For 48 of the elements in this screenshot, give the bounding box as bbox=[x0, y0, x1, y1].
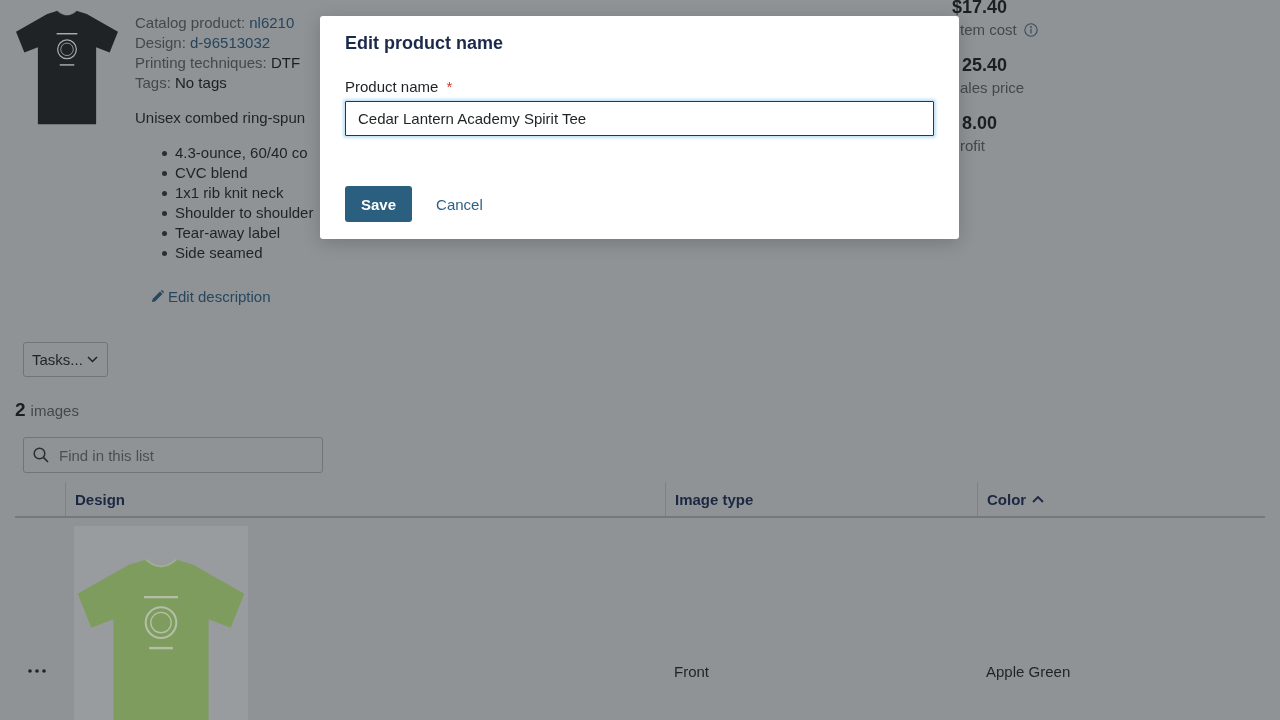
search-icon bbox=[33, 447, 49, 463]
feature-text: Side seamed bbox=[175, 243, 263, 263]
price-label: tem cost bbox=[960, 20, 1017, 40]
bullet-icon bbox=[162, 190, 167, 196]
price-label: ales price bbox=[960, 78, 1025, 98]
price-value: $17.40 bbox=[952, 0, 1008, 16]
table-cell: Front bbox=[674, 662, 709, 680]
detail-value: No tags bbox=[175, 74, 227, 91]
tasks-dropdown[interactable]: Tasks... bbox=[23, 342, 108, 377]
feature-text: 4.3-ounce, 60/40 co bbox=[175, 143, 308, 163]
column-header[interactable]: Color bbox=[987, 490, 1027, 508]
table-cell: Apple Green bbox=[986, 662, 1071, 680]
feature-text: CVC blend bbox=[175, 163, 248, 183]
product-name-input[interactable]: Cedar Lantern Academy Spirit Tee bbox=[345, 101, 934, 136]
image-count: 2 bbox=[15, 399, 26, 421]
edit-description-link[interactable]: Edit description bbox=[151, 286, 271, 306]
chevron-down-icon bbox=[87, 356, 98, 363]
pencil-icon bbox=[151, 289, 164, 303]
price-value: 25.40 bbox=[961, 56, 1008, 74]
bullet-icon bbox=[162, 210, 167, 216]
dialog-title: Edit product name bbox=[345, 32, 503, 55]
description-text: Unisex combed ring-spun bbox=[135, 108, 306, 128]
detail-label: Tags: bbox=[135, 74, 171, 91]
detail-value: DTF bbox=[270, 54, 301, 71]
feature-text: Shoulder to shoulder bbox=[175, 203, 314, 223]
detail-link[interactable]: d-96513032 bbox=[190, 34, 271, 51]
detail-label: Design: bbox=[135, 34, 186, 51]
search-field[interactable]: Find in this list bbox=[23, 437, 323, 473]
detail-link[interactable]: nl6210 bbox=[249, 14, 295, 31]
detail-label: Printing techniques: bbox=[135, 54, 267, 71]
info-icon[interactable] bbox=[1023, 23, 1038, 37]
bullet-icon bbox=[162, 150, 167, 156]
cancel-link[interactable]: Cancel bbox=[436, 186, 483, 222]
feature-text: Tear-away label bbox=[175, 223, 281, 243]
count-label: images bbox=[30, 402, 79, 419]
bullet-icon bbox=[162, 170, 167, 176]
required-mark: * bbox=[446, 77, 453, 97]
column-header[interactable]: Design bbox=[75, 490, 125, 508]
column-header[interactable]: Image type bbox=[675, 490, 754, 508]
bullet-icon bbox=[162, 230, 167, 236]
feature-text: 1x1 rib knit neck bbox=[175, 183, 284, 203]
price-label: rofit bbox=[960, 136, 985, 156]
field-label: Product name bbox=[345, 77, 439, 97]
detail-label: Catalog product: bbox=[135, 14, 246, 31]
bullet-icon bbox=[162, 250, 167, 256]
price-value: 8.00 bbox=[961, 114, 998, 132]
more-icon bbox=[28, 669, 46, 673]
save-button[interactable]: Save bbox=[345, 186, 413, 222]
